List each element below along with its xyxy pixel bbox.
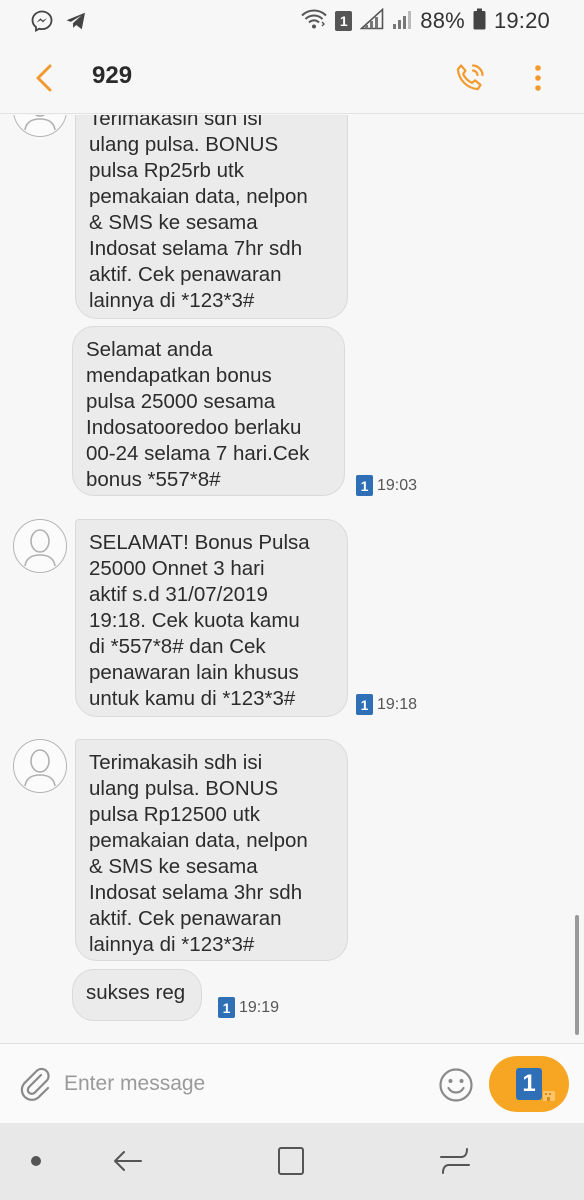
nav-back-icon[interactable] <box>110 1143 146 1179</box>
call-button[interactable] <box>450 58 490 98</box>
battery-percent: 88% <box>420 8 465 33</box>
person-icon <box>24 115 56 130</box>
status-bar: 1 88% 19:20 <box>0 0 584 42</box>
nav-home-icon[interactable] <box>437 1143 473 1179</box>
emoji-icon <box>439 1068 473 1102</box>
message-input[interactable] <box>64 1064 414 1104</box>
app-bar: 929 <box>0 42 584 114</box>
contact-avatar[interactable] <box>13 519 67 573</box>
status-system-icons: 1 88% 19:20 <box>301 6 550 36</box>
message-time: 19:03 <box>377 476 418 494</box>
phone-call-icon <box>456 64 484 91</box>
emoji-button[interactable] <box>436 1065 476 1105</box>
telegram-icon <box>64 9 88 38</box>
message-time: 19:19 <box>239 998 280 1016</box>
back-button[interactable] <box>26 58 62 98</box>
sim-1-icon: 1 <box>356 694 373 715</box>
scrollbar-thumb[interactable] <box>575 915 579 1035</box>
message-time: 19:18 <box>377 695 418 713</box>
nav-dot-icon[interactable] <box>31 1156 41 1166</box>
messenger-icon <box>30 9 54 38</box>
message-bubble[interactable]: Terimakasih sdh isi ulang pulsa. BONUS p… <box>75 739 348 961</box>
message-bubble[interactable]: sukses reg <box>72 969 203 1021</box>
person-icon <box>24 529 56 566</box>
conversation-title: 929 <box>92 62 133 89</box>
message-meta: 1 19:19 <box>218 997 279 1018</box>
nav-recents-icon[interactable] <box>274 1143 308 1179</box>
paperclip-icon <box>20 1067 50 1101</box>
contact-avatar[interactable] <box>13 115 67 137</box>
message-list[interactable]: Terimakasih sdh isi ulang pulsa. BONUS p… <box>0 115 584 1043</box>
message-bubble[interactable]: Terimakasih sdh isi ulang pulsa. BONUS p… <box>75 115 348 319</box>
message-bubble[interactable]: Selamat anda mendapatkan bonus pulsa 250… <box>72 326 345 496</box>
back-arrow-icon <box>36 64 52 92</box>
attach-button[interactable] <box>16 1064 56 1104</box>
system-nav-bar <box>0 1123 584 1200</box>
contact-avatar[interactable] <box>13 739 67 793</box>
sim-1-icon: 1 <box>218 997 235 1018</box>
battery-icon <box>473 8 486 35</box>
signal-sim1-icon <box>359 7 384 35</box>
status-notifications <box>30 9 88 38</box>
more-options-button[interactable] <box>526 58 550 98</box>
person-icon <box>24 749 56 786</box>
send-icon <box>543 1091 555 1101</box>
send-button[interactable]: 1 <box>489 1056 569 1112</box>
message-bubble[interactable]: SELAMAT! Bonus Pulsa 25000 Onnet 3 hari … <box>75 519 348 717</box>
message-meta: 1 19:03 <box>356 475 417 496</box>
send-sim-indicator: 1 <box>516 1068 555 1101</box>
sim-1-icon: 1 <box>356 475 373 496</box>
more-vert-icon <box>535 65 541 91</box>
sim-1-icon: 1 <box>335 11 353 31</box>
status-time: 19:20 <box>493 8 550 33</box>
message-composer: 1 <box>0 1043 584 1123</box>
wifi-icon <box>301 8 328 35</box>
send-sim-label: 1 <box>522 1070 536 1097</box>
signal-sim2-icon <box>392 8 412 35</box>
message-meta: 1 19:18 <box>356 694 417 715</box>
